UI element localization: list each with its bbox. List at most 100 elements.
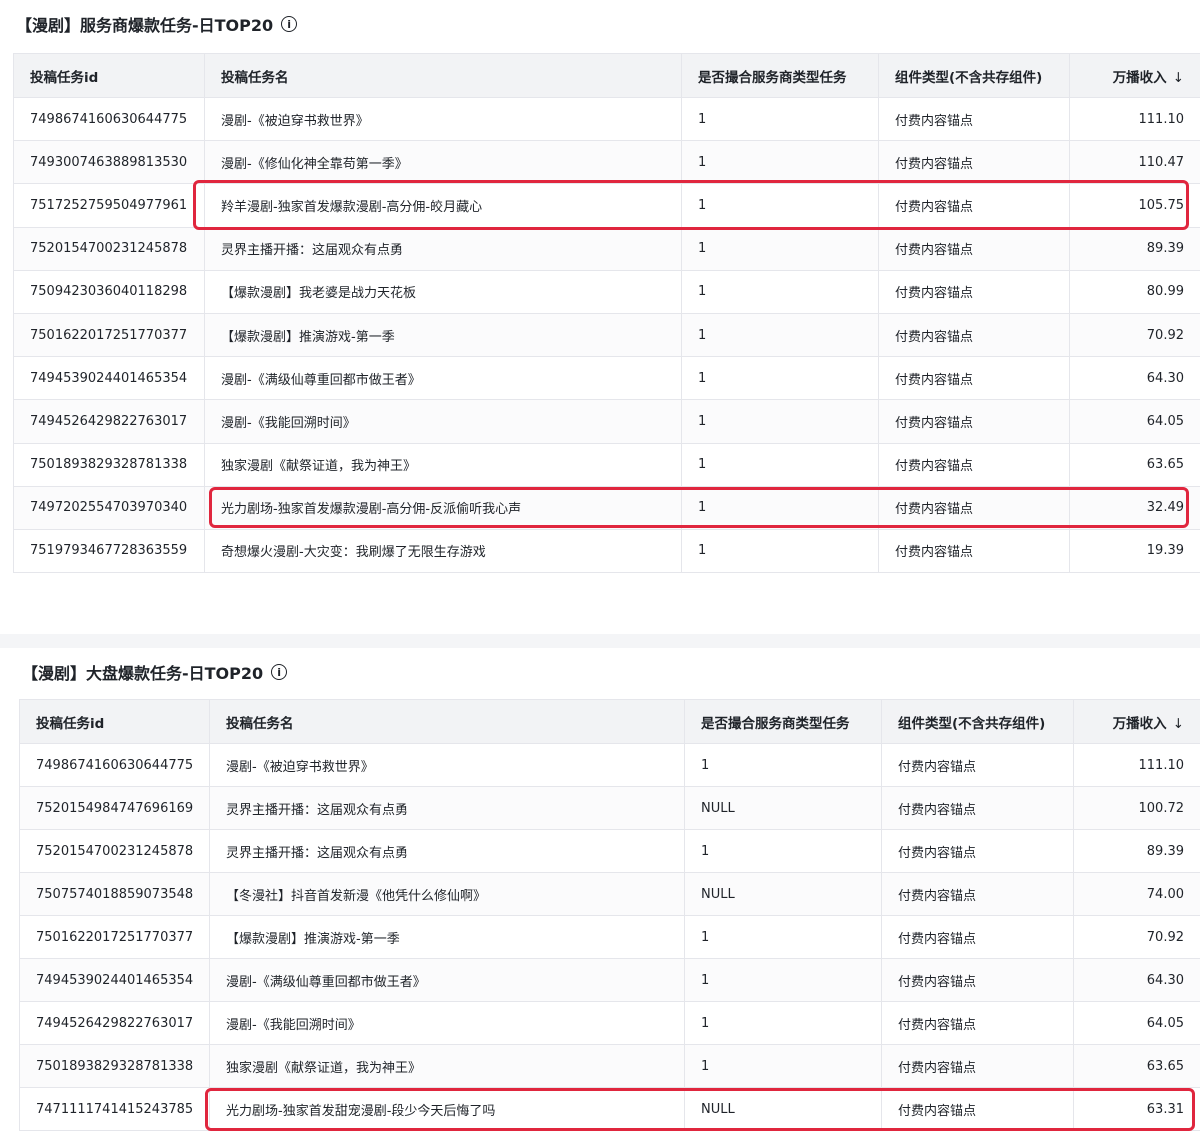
cell-revenue: 89.39 <box>1073 829 1200 873</box>
cell-task-name: 灵界主播开播：这届观众有点勇 <box>209 786 685 830</box>
table-row[interactable]: 7501622017251770377 【爆款漫剧】推演游戏-第一季 1 付费内容锚点… <box>19 915 1200 959</box>
cell-provider-type: 1 <box>681 183 879 228</box>
cell-component-type: 付费内容锚点 <box>881 1087 1074 1131</box>
panel-market-top20: 【漫剧】大盘爆款任务-日TOP20 i 投稿任务id 投稿任务名 是否撮合服务商… <box>0 648 1200 1133</box>
column-header-task-name[interactable]: 投稿任务名 <box>209 699 685 744</box>
cell-task-id: 7498674160630644775 <box>19 743 210 787</box>
cell-revenue: 64.30 <box>1073 958 1200 1002</box>
column-header-revenue-label: 万播收入 <box>1112 69 1167 86</box>
cell-task-name: 【爆款漫剧】我老婆是战力天花板 <box>204 269 682 314</box>
cell-provider-type: 1 <box>684 829 882 873</box>
cell-provider-type: 1 <box>684 1044 882 1088</box>
cell-task-name: 漫剧-《满级仙尊重回都市做王者》 <box>209 958 685 1002</box>
table-row[interactable]: 7501893829328781338 独家漫剧《献祭证道，我为神王》 1 付费内容锚… <box>19 1044 1200 1088</box>
cell-revenue: 63.65 <box>1069 442 1200 487</box>
cell-provider-type: 1 <box>684 1001 882 1045</box>
cell-task-name: 漫剧-《被迫穿书救世界》 <box>204 96 682 142</box>
table-row[interactable]: 7494526429822763017 漫剧-《我能回溯时间》 1 付费内容锚点 64.… <box>19 1001 1200 1045</box>
cell-revenue: 64.05 <box>1069 399 1200 444</box>
cell-revenue: 100.72 <box>1073 786 1200 830</box>
table-row[interactable]: 7471111741415243785 光力剧场-独家首发甜宠漫剧-段少今天后悔了… <box>19 1087 1200 1131</box>
panel-title: 【漫剧】服务商爆款任务-日TOP20 i <box>16 12 298 36</box>
column-header-task-name[interactable]: 投稿任务名 <box>204 53 682 98</box>
info-icon[interactable]: i <box>281 16 298 32</box>
column-header-task-id[interactable]: 投稿任务id <box>19 699 210 744</box>
cell-provider-type: 1 <box>681 528 879 574</box>
cell-task-id: 7520154984747696169 <box>19 786 210 830</box>
cell-provider-type: 1 <box>684 958 882 1002</box>
info-icon[interactable]: i <box>271 664 288 680</box>
sort-desc-icon[interactable]: ↓ <box>1173 70 1184 86</box>
table-row[interactable]: 7517252759504977961 羚羊漫剧-独家首发爆款漫剧-高分佣-皎月藏… <box>13 183 1200 228</box>
cell-component-type: 付费内容锚点 <box>878 356 1070 401</box>
cell-task-name: 【爆款漫剧】推演游戏-第一季 <box>209 915 685 959</box>
table-row[interactable]: 7501893829328781338 独家漫剧《献祭证道，我为神王》 1 付费内容锚… <box>13 442 1200 487</box>
table-row[interactable]: 7498674160630644775 漫剧-《被迫穿书救世界》 1 付费内容锚点 11… <box>19 743 1200 787</box>
cell-revenue: 70.92 <box>1069 312 1200 358</box>
cell-task-id: 7494526429822763017 <box>19 1001 210 1045</box>
table-row[interactable]: 7498674160630644775 漫剧-《被迫穿书救世界》 1 付费内容锚点 11… <box>13 96 1200 142</box>
cell-provider-type: NULL <box>684 786 882 830</box>
cell-task-id: 7497202554703970340 <box>13 485 205 530</box>
table-row[interactable]: 7520154700231245878 灵界主播开播：这届观众有点勇 1 付费内容锚点… <box>19 829 1200 873</box>
column-header-component-type[interactable]: 组件类型(不含共存组件) <box>881 699 1074 744</box>
cell-provider-type: 1 <box>684 915 882 959</box>
table-row[interactable]: 7507574018859073548 【冬漫社】抖音首发新漫《他凭什么修仙啊》 N… <box>19 872 1200 916</box>
column-header-revenue-label: 万播收入 <box>1112 715 1167 732</box>
table-row[interactable]: 7519793467728363559 奇想爆火漫剧-大灾变：我刷爆了无限生存游戏… <box>13 528 1200 574</box>
cell-provider-type: 1 <box>681 399 879 444</box>
column-header-provider-type[interactable]: 是否撮合服务商类型任务 <box>684 699 882 744</box>
cell-revenue: 80.99 <box>1069 269 1200 314</box>
cell-task-id: 7520154700231245878 <box>19 829 210 873</box>
table-row[interactable]: 7497202554703970340 光力剧场-独家首发爆款漫剧-高分佣-反派偷… <box>13 485 1200 530</box>
table-header-row: 投稿任务id 投稿任务名 是否撮合服务商类型任务 组件类型(不含共存组件) 万播… <box>19 699 1200 744</box>
table-row[interactable]: 7520154984747696169 灵界主播开播：这届观众有点勇 NULL 付费内… <box>19 786 1200 830</box>
cell-component-type: 付费内容锚点 <box>881 915 1074 959</box>
sort-desc-icon[interactable]: ↓ <box>1173 716 1184 732</box>
column-header-revenue[interactable]: 万播收入 ↓ <box>1073 699 1200 744</box>
table-row[interactable]: 7493007463889813530 漫剧-《修仙化神全靠苟第一季》 1 付费内容锚… <box>13 140 1200 185</box>
cell-component-type: 付费内容锚点 <box>878 485 1070 530</box>
cell-task-id: 7494539024401465354 <box>19 958 210 1002</box>
table-row[interactable]: 7501622017251770377 【爆款漫剧】推演游戏-第一季 1 付费内容锚点… <box>13 312 1200 358</box>
cell-revenue: 105.75 <box>1069 183 1200 228</box>
cell-provider-type: NULL <box>684 872 882 916</box>
cell-task-name: 羚羊漫剧-独家首发爆款漫剧-高分佣-皎月藏心 <box>204 183 682 228</box>
cell-component-type: 付费内容锚点 <box>878 312 1070 358</box>
cell-task-name: 漫剧-《满级仙尊重回都市做王者》 <box>204 356 682 401</box>
cell-component-type: 付费内容锚点 <box>878 528 1070 574</box>
column-header-task-id[interactable]: 投稿任务id <box>13 53 205 98</box>
panel-title-text: 【漫剧】服务商爆款任务-日TOP20 <box>16 16 274 35</box>
cell-revenue: 89.39 <box>1069 226 1200 271</box>
table-row[interactable]: 7520154700231245878 灵界主播开播：这届观众有点勇 1 付费内容锚点… <box>13 226 1200 271</box>
cell-task-id: 7501893829328781338 <box>19 1044 210 1088</box>
table-row[interactable]: 7494526429822763017 漫剧-《我能回溯时间》 1 付费内容锚点 64.… <box>13 399 1200 444</box>
cell-task-id: 7471111741415243785 <box>19 1087 210 1131</box>
table-row[interactable]: 7494539024401465354 漫剧-《满级仙尊重回都市做王者》 1 付费内容… <box>13 356 1200 401</box>
cell-task-name: 【爆款漫剧】推演游戏-第一季 <box>204 312 682 358</box>
table-body: 7498674160630644775 漫剧-《被迫穿书救世界》 1 付费内容锚点 11… <box>13 96 1200 574</box>
cell-revenue: 63.31 <box>1073 1087 1200 1131</box>
cell-task-name: 灵界主播开播：这届观众有点勇 <box>209 829 685 873</box>
cell-task-id: 7498674160630644775 <box>13 96 205 142</box>
column-header-revenue[interactable]: 万播收入 ↓ <box>1069 53 1200 98</box>
cell-component-type: 付费内容锚点 <box>881 829 1074 873</box>
cell-task-name: 奇想爆火漫剧-大灾变：我刷爆了无限生存游戏 <box>204 528 682 574</box>
cell-task-name: 漫剧-《修仙化神全靠苟第一季》 <box>204 140 682 185</box>
cell-task-id: 7520154700231245878 <box>13 226 205 271</box>
cell-task-id: 7493007463889813530 <box>13 140 205 185</box>
table-row[interactable]: 7509423036040118298 【爆款漫剧】我老婆是战力天花板 1 付费内容锚… <box>13 269 1200 314</box>
cell-task-id: 7509423036040118298 <box>13 269 205 314</box>
cell-revenue: 111.10 <box>1069 96 1200 142</box>
column-header-component-type[interactable]: 组件类型(不含共存组件) <box>878 53 1070 98</box>
table-row[interactable]: 7494539024401465354 漫剧-《满级仙尊重回都市做王者》 1 付费内容… <box>19 958 1200 1002</box>
cell-component-type: 付费内容锚点 <box>878 140 1070 185</box>
cell-component-type: 付费内容锚点 <box>878 96 1070 142</box>
column-header-provider-type[interactable]: 是否撮合服务商类型任务 <box>681 53 879 98</box>
cell-revenue: 74.00 <box>1073 872 1200 916</box>
data-table: 投稿任务id 投稿任务名 是否撮合服务商类型任务 组件类型(不含共存组件) 万播… <box>19 699 1200 1131</box>
cell-revenue: 19.39 <box>1069 528 1200 574</box>
cell-task-id: 7494539024401465354 <box>13 356 205 401</box>
cell-component-type: 付费内容锚点 <box>878 226 1070 271</box>
cell-revenue: 63.65 <box>1073 1044 1200 1088</box>
